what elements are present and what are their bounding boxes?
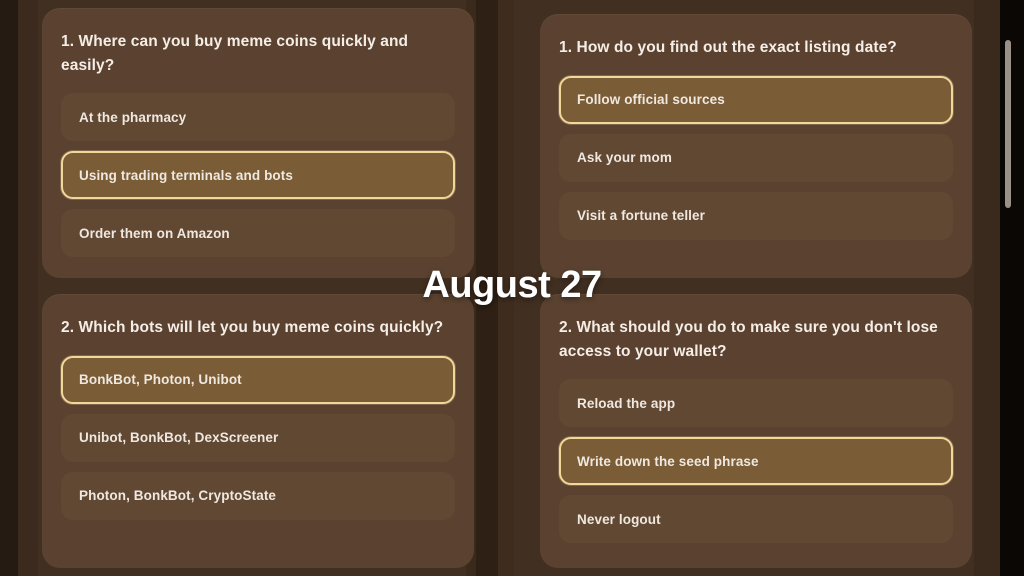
background-band-far-left [0, 0, 18, 576]
background-band-left-rail [18, 0, 38, 576]
option-list: BonkBot, Photon, Unibot Unibot, BonkBot,… [61, 355, 455, 520]
option-item[interactable]: Order them on Amazon [61, 209, 455, 258]
background-band-right-rail [974, 0, 1000, 576]
option-label: Using trading terminals and bots [79, 167, 293, 183]
question-text: 2. What should you do to make sure you d… [559, 319, 938, 360]
option-label: At the pharmacy [79, 109, 187, 125]
option-item[interactable]: Unibot, BonkBot, DexScreener [61, 413, 455, 462]
question-text: 2. Which bots will let you buy meme coin… [61, 319, 444, 336]
option-label: Photon, BonkBot, CryptoState [79, 488, 277, 504]
option-item[interactable]: Reload the app [559, 379, 953, 428]
option-item-selected[interactable]: Write down the seed phrase [559, 437, 953, 486]
option-list: Follow official sources Ask your mom Vis… [559, 75, 953, 240]
question-card-right-2: 2. What should you do to make sure you d… [540, 294, 972, 568]
option-item-selected[interactable]: Follow official sources [559, 75, 953, 124]
option-label: BonkBot, Photon, Unibot [79, 372, 242, 388]
question-text: 1. Where can you buy meme coins quickly … [61, 33, 409, 74]
option-label: Reload the app [577, 395, 676, 411]
option-label: Write down the seed phrase [577, 453, 759, 469]
background-band-gutter-b [476, 0, 498, 576]
option-item[interactable]: At the pharmacy [61, 93, 455, 142]
option-item[interactable]: Photon, BonkBot, CryptoState [61, 471, 455, 520]
option-item-selected[interactable]: Using trading terminals and bots [61, 151, 455, 200]
background-band-gutter-c [498, 0, 514, 576]
vertical-scrollbar-track[interactable] [1004, 0, 1012, 576]
right-column: 1. How do you find out the exact listing… [540, 0, 972, 576]
option-item-selected[interactable]: BonkBot, Photon, Unibot [61, 355, 455, 404]
quiz-screen: 1. Where can you buy meme coins quickly … [0, 0, 1024, 576]
question-text: 1. How do you find out the exact listing… [559, 39, 897, 56]
option-label: Order them on Amazon [79, 225, 230, 241]
option-label: Visit a fortune teller [577, 208, 705, 224]
option-item[interactable]: Visit a fortune teller [559, 191, 953, 240]
left-column: 1. Where can you buy meme coins quickly … [42, 0, 474, 576]
question-card-left-2: 2. Which bots will let you buy meme coin… [42, 294, 474, 568]
option-label: Never logout [577, 511, 661, 527]
question-card-left-1: 1. Where can you buy meme coins quickly … [42, 8, 474, 278]
option-list: Reload the app Write down the seed phras… [559, 379, 953, 544]
option-label: Ask your mom [577, 150, 672, 166]
question-card-right-1: 1. How do you find out the exact listing… [540, 14, 972, 278]
option-label: Follow official sources [577, 92, 725, 108]
option-item[interactable]: Ask your mom [559, 133, 953, 182]
vertical-scrollbar-thumb[interactable] [1005, 40, 1011, 208]
option-item[interactable]: Never logout [559, 495, 953, 544]
option-label: Unibot, BonkBot, DexScreener [79, 430, 279, 446]
option-list: At the pharmacy Using trading terminals … [61, 93, 455, 258]
